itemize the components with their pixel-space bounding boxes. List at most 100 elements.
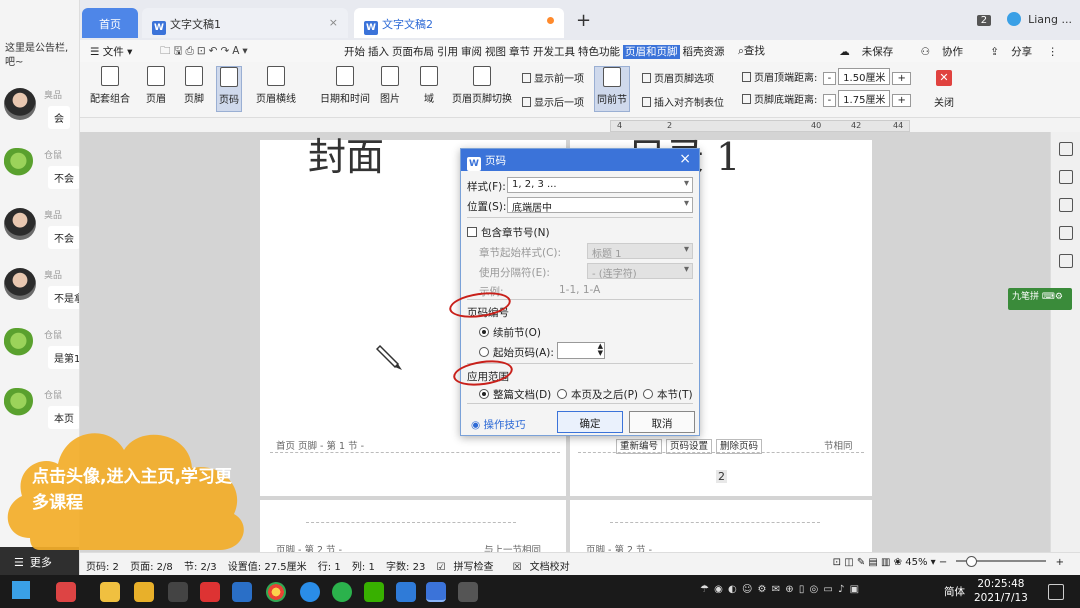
zoom-level[interactable]: 45% [905,557,927,568]
whole-doc-radio[interactable]: 整篇文档(D) [479,387,551,402]
system-tray[interactable]: ☂ ◉ ◐ ☺ ⚙ ✉ ⊕ ▯ ◎ ▭ ♪ ▣ [700,584,860,595]
header-top-input[interactable]: 1.50厘米 [838,68,891,85]
menu-item[interactable]: 插入 [368,46,389,58]
continue-prev-radio[interactable]: 续前节(O) [479,325,541,340]
footer-button[interactable]: 页脚 [184,66,204,105]
folder-icon[interactable] [100,582,120,602]
app-icon[interactable] [134,582,154,602]
status-words[interactable]: 字数: 23 [386,562,425,573]
ruler[interactable]: 4 2 40 42 44 [610,120,910,132]
close-icon[interactable]: × [329,16,338,29]
app-icon[interactable] [232,582,252,602]
input-method-badge[interactable]: 九笔拼 ⌨⚙ [1008,288,1072,310]
separator-select[interactable]: - (连字符) [587,263,693,280]
tab-doc1[interactable]: W 文字文稿1 × [142,8,348,38]
window-count-badge[interactable]: 2 [976,15,992,26]
layers-icon[interactable] [1058,226,1073,240]
hf-switch-button[interactable]: 页眉页脚切换 [452,66,512,105]
insert-align-tab-button[interactable]: 插入对齐制表位 [642,94,724,109]
sliders-icon[interactable] [1058,198,1073,212]
menu-item[interactable]: 视图 [485,46,506,58]
page-3[interactable]: 页脚 - 第 2 节 - 与上一节相同 [260,500,566,552]
add-tab-icon[interactable]: + [576,10,591,31]
proof-button[interactable]: ☒ 文档校对 [513,562,578,573]
menu-item[interactable]: 引用 [437,46,458,58]
increment-button[interactable]: + [892,94,911,107]
menu-item[interactable]: 特色功能 [578,46,620,58]
page-4[interactable]: 页脚 - 第 2 节 - [570,500,872,552]
user-name[interactable]: Liang ... [1028,13,1072,26]
avatar[interactable] [4,328,36,360]
unsaved-button[interactable]: ☁ 未保存 [827,46,893,58]
app-icon[interactable] [200,582,220,602]
decrement-button[interactable]: - [822,94,837,107]
field-button[interactable]: 域 [420,66,438,105]
menu-item-active[interactable]: 页眉和页脚 [623,45,680,59]
this-section-radio[interactable]: 本节(T) [643,387,693,402]
notification-icon[interactable] [1048,584,1064,600]
spinner-icon[interactable]: ▲ ▼ [598,343,603,357]
avatar[interactable] [4,268,36,300]
menu-item[interactable]: 审阅 [461,46,482,58]
panel-icon[interactable] [1058,254,1073,268]
same-as-prev-button[interactable]: 同前节 [594,66,630,112]
start-at-input[interactable]: ▲ ▼ [557,342,605,359]
avatar[interactable] [4,148,36,180]
decrement-button[interactable]: - [822,72,837,85]
show-prev-button[interactable]: 显示前一项 [522,70,584,85]
header-line-button[interactable]: 页眉横线 [256,66,296,105]
menu-item[interactable]: 稻壳资源 [683,46,725,58]
more-icon[interactable]: ⋮ [1048,46,1059,58]
picture-button[interactable]: 图片 [380,66,400,105]
page-number-button[interactable]: 页码 [216,66,242,112]
app-icon[interactable] [168,582,188,602]
input-language[interactable]: 简体 [944,584,965,599]
search-button[interactable]: ⌕查找 [738,43,765,58]
share-button[interactable]: ⇪ 分享 [978,46,1032,58]
header-button[interactable]: 页眉 [146,66,166,105]
app-icon[interactable] [364,582,384,602]
menu-item[interactable]: 章节 [509,46,530,58]
start-at-radio[interactable]: 起始页码(A): [479,345,554,360]
app-icon[interactable] [458,582,478,602]
view-icons[interactable]: ⊡ ◫ ✎ ▤ ▥ ❀ [833,557,906,568]
combo-button[interactable]: 配套组合 [90,66,130,105]
position-select[interactable]: 底端居中 [507,197,693,214]
chrome-icon[interactable] [266,582,286,602]
quick-access-toolbar[interactable]: 🗀🖫⎙⊡↶↷A▾ [160,43,251,61]
windows-start-icon[interactable] [12,581,30,599]
user-avatar-icon[interactable] [1006,12,1021,26]
menu-item[interactable]: 页面布局 [392,46,434,58]
close-icon[interactable]: × [679,151,691,167]
pen-icon[interactable] [1058,142,1073,156]
ok-button[interactable]: 确定 [557,411,623,433]
page-number[interactable]: 2 [716,470,727,483]
menu-item[interactable]: 开发工具 [533,46,575,58]
hf-options-button[interactable]: 页眉页脚选项 [642,70,714,85]
zoom-out-icon[interactable]: ▾ − [931,557,948,568]
app-icon[interactable] [300,582,320,602]
chapter-start-select[interactable]: 标题 1 [587,243,693,260]
zoom-in-icon[interactable]: + [1056,557,1064,568]
zoom-slider[interactable] [956,556,1047,567]
app-icon[interactable] [56,582,76,602]
avatar[interactable] [4,208,36,240]
promo-cloud-overlay[interactable]: 点击头像,进入主页,学习更多课程 [0,388,258,568]
show-next-button[interactable]: 显示后一项 [522,94,584,109]
style-select[interactable]: 1, 2, 3 ... [507,177,693,193]
close-hf-icon[interactable]: ✕ [936,70,952,86]
include-chapter-checkbox[interactable]: 包含章节号(N) [467,225,550,240]
tab-home[interactable]: 首页 [82,8,138,38]
taskbar-clock[interactable]: 20:25:48 2021/7/13 [974,577,1028,605]
increment-button[interactable]: + [892,72,911,85]
wps-taskbar-icon[interactable] [426,582,446,602]
tips-link[interactable]: ◉ 操作技巧 [471,417,526,432]
file-menu[interactable]: ☰ 文件 ▾ [90,44,132,59]
spell-check-button[interactable]: ☑ 拼写检查 [437,562,502,573]
app-icon[interactable] [396,582,416,602]
cursor-icon[interactable] [1058,170,1073,184]
menu-item[interactable]: 开始 [344,46,365,58]
cancel-button[interactable]: 取消 [629,411,695,433]
date-time-button[interactable]: 日期和时间 [320,66,370,105]
this-and-after-radio[interactable]: 本页及之后(P) [557,387,638,402]
